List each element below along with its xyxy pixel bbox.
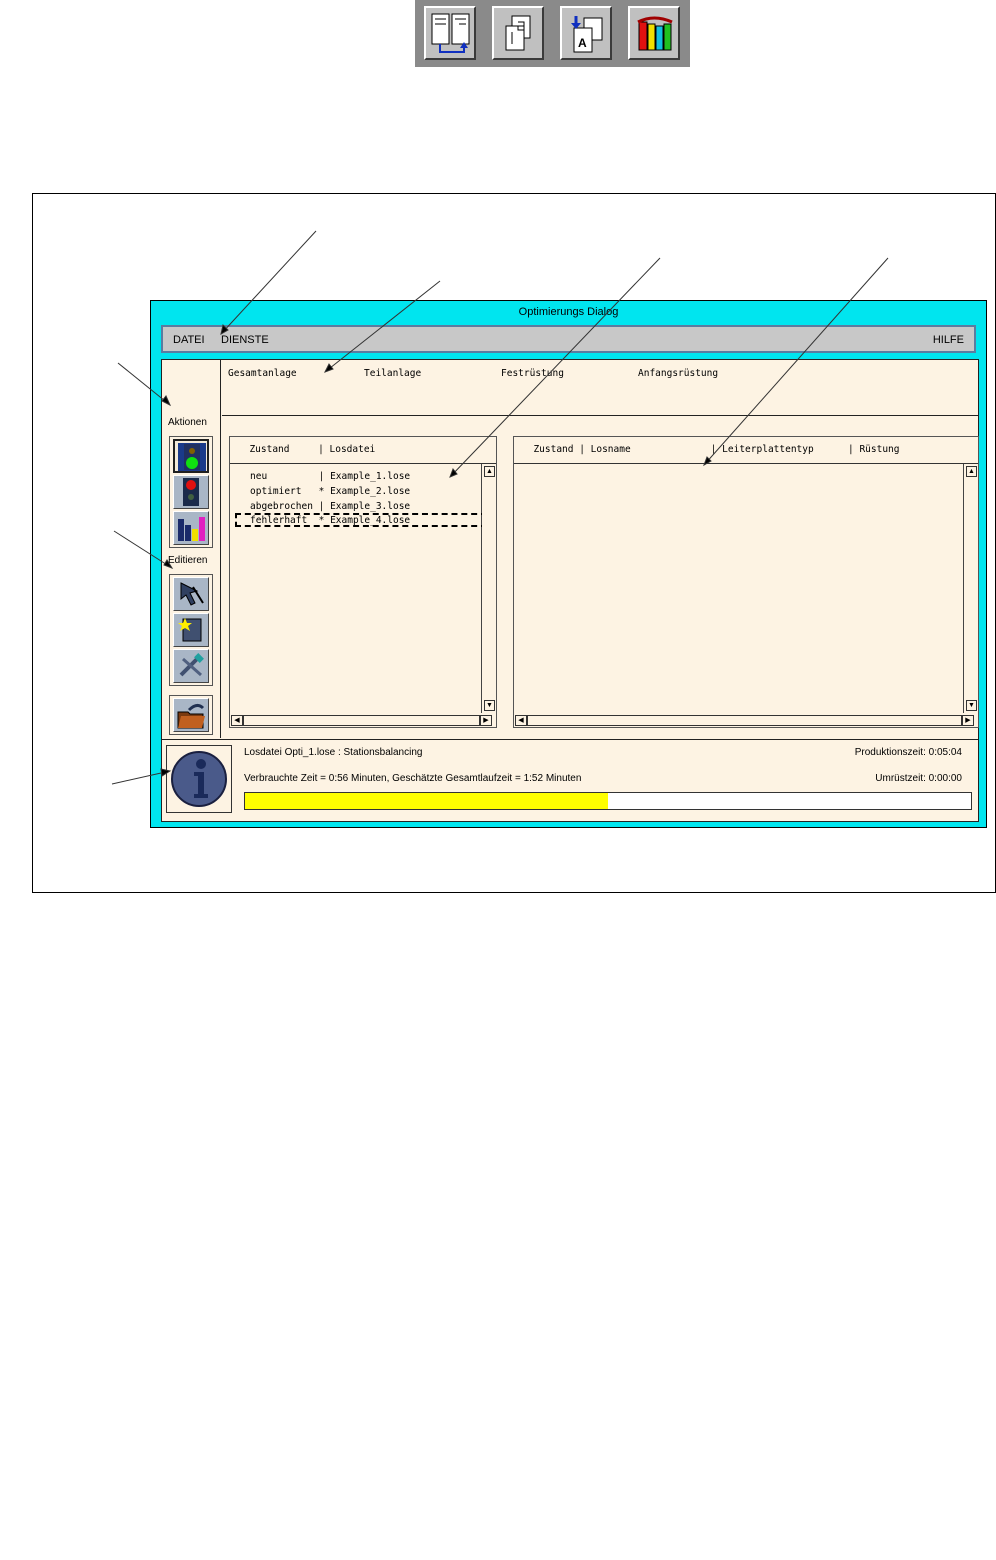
callout-line [703,257,889,466]
callout-arrowhead [161,395,172,407]
callout-arrowhead [220,324,229,335]
callout-line [220,230,317,335]
callout-line [117,362,171,406]
callout-line [324,280,441,373]
callout-arrowhead [163,559,174,569]
callout-lines [111,230,889,785]
callout-line [449,257,661,478]
callout-arrowhead [323,363,334,373]
callout-arrowhead [160,768,172,777]
callout-line [113,530,173,569]
